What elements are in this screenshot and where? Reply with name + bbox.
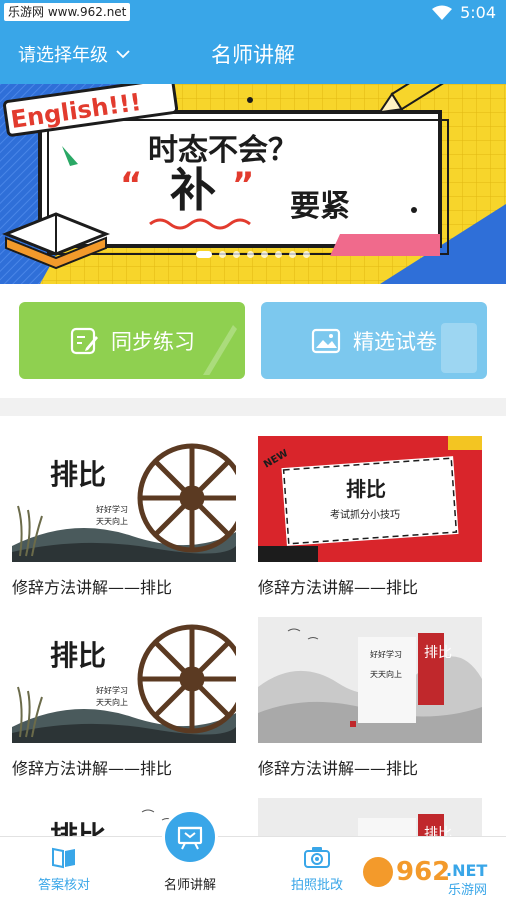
tab-answer-check[interactable]: 答案核对	[14, 837, 114, 900]
video-caption: 修辞方法讲解——排比	[258, 759, 419, 778]
watermark-label: 乐游网 www.962.net	[4, 3, 131, 21]
thumb-title: 排比	[346, 477, 386, 501]
selected-papers-label: 精选试卷	[353, 329, 437, 354]
video-caption: 修辞方法讲解——排比	[12, 578, 173, 597]
thumb-sub: 好好学习	[96, 504, 128, 514]
teacher-board-icon	[177, 826, 203, 850]
banner-dot[interactable]	[275, 251, 282, 258]
status-bar: 乐游网 www.962.net 5:04	[0, 0, 506, 26]
watermark-logo-suffix: .NET	[446, 861, 487, 880]
banner-dot[interactable]	[247, 251, 254, 258]
tab-label: 答案核对	[37, 878, 90, 893]
tab-active-bubble	[162, 809, 218, 865]
thumb-title: 排比	[50, 458, 106, 491]
svg-text:”: ”	[232, 165, 254, 205]
pencil-decor-icon	[203, 325, 237, 375]
tab-label: 拍照批改	[290, 878, 343, 893]
video-thumbnail: 排比 好好学习 天天向上	[258, 617, 482, 743]
banner-big-char: 补	[170, 163, 216, 217]
page-title: 名师讲解	[0, 39, 506, 69]
banner-dot[interactable]	[219, 251, 226, 258]
watermark-logo-sub: 乐游网	[448, 883, 487, 898]
banner-dot[interactable]	[261, 251, 268, 258]
edit-note-icon	[70, 327, 98, 354]
thumb-sub: 好好学习	[370, 649, 402, 659]
video-caption: 修辞方法讲解——排比	[258, 578, 419, 597]
promo-banner[interactable]: English!!! 时态不会？ “ 补 ” 要紧	[0, 84, 506, 284]
thumb-sub: 好好学习	[96, 685, 128, 695]
thumb-sub: 天天向上	[96, 516, 128, 526]
video-card[interactable]: NEW 排比 考试抓分小技巧 修辞方法讲解——排比	[258, 436, 482, 598]
book-icon	[52, 847, 75, 869]
sync-practice-button[interactable]: 同步练习	[19, 302, 245, 379]
svg-text:“: “	[120, 165, 142, 205]
tab-teacher-lecture[interactable]: 名师讲解	[140, 809, 240, 900]
camera-icon	[304, 847, 330, 868]
wifi-icon	[432, 5, 453, 20]
status-time: 5:04	[460, 3, 496, 22]
video-card[interactable]: 排比 好好学习 天天向上 修辞方法讲解——排比	[12, 436, 236, 598]
paper-decor-icon	[441, 323, 477, 373]
watermark-logo-text: 962	[396, 857, 450, 887]
thumb-sub: 考试抓分小技巧	[330, 508, 400, 521]
selected-papers-button[interactable]: 精选试卷	[261, 302, 487, 379]
video-card[interactable]: 排比 好好学习 天天向上 修辞方法讲解——排比	[258, 617, 482, 779]
tab-photo-grading[interactable]: 拍照批改	[267, 837, 367, 900]
section-divider	[0, 398, 506, 416]
banner-dot[interactable]	[289, 251, 296, 258]
video-card[interactable]: 排比 好好学习 天天向上 修辞方法讲解——排比	[12, 617, 236, 779]
thumb-title: 排比	[424, 645, 452, 661]
site-watermark-logo: 962 .NET 乐游网	[363, 857, 487, 898]
banner-dot[interactable]	[233, 251, 240, 258]
status-indicators: 5:04	[432, 3, 496, 22]
image-paper-icon	[311, 328, 341, 353]
video-caption: 修辞方法讲解——排比	[12, 759, 173, 778]
banner-pagination	[0, 251, 506, 258]
thumb-sub: 天天向上	[96, 697, 128, 707]
video-thumbnail: NEW 排比 考试抓分小技巧	[258, 436, 482, 562]
sync-practice-label: 同步练习	[111, 329, 195, 354]
top-bar: 乐游网 www.962.net 5:04 请选择年级 名师讲解	[0, 0, 506, 84]
nav-bar: 请选择年级 名师讲解	[0, 30, 506, 78]
thumb-title: 排比	[50, 639, 106, 672]
banner-dot[interactable]	[303, 251, 310, 258]
page-title-text: 名师讲解	[211, 43, 295, 67]
banner-tail: 要紧	[290, 189, 350, 224]
video-thumbnail: 排比 好好学习 天天向上	[12, 436, 236, 562]
thumb-sub: 天天向上	[370, 669, 402, 679]
video-thumbnail: 排比 好好学习 天天向上	[12, 617, 236, 743]
banner-dot[interactable]	[196, 251, 212, 258]
tab-label: 名师讲解	[163, 878, 216, 893]
